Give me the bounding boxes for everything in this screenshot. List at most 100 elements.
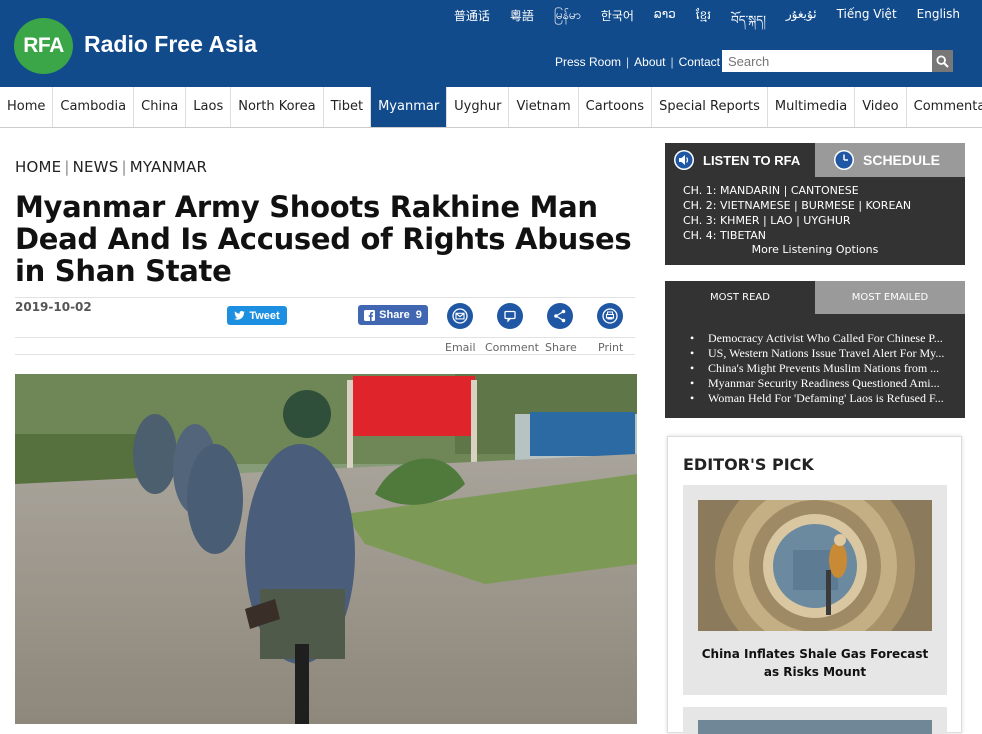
print-button[interactable] [597, 303, 623, 329]
lang-english[interactable]: English [917, 7, 960, 41]
nav-china[interactable]: China [134, 87, 187, 127]
contact-link[interactable]: Contact [679, 55, 720, 69]
editors-pick-card[interactable]: China Inflates Shale Gas Forecast as Ris… [683, 485, 947, 695]
editors-pick-caption[interactable]: China Inflates Shale Gas Forecast as Ris… [693, 645, 937, 681]
nav-north-korea[interactable]: North Korea [231, 87, 324, 127]
channel-item[interactable]: CH. 1: MANDARIN | CANTONESE [683, 183, 911, 198]
most-read-list: Democracy Activist Who Called For Chines… [690, 331, 963, 406]
language-bar: 普通话 粵語 မြန်မာ 한국어 ລາວ ខ្មែរ བོད་སྐད། ئۇي… [434, 7, 960, 41]
nav-multimedia[interactable]: Multimedia [768, 87, 856, 127]
rfa-logo[interactable]: RFA [14, 18, 73, 74]
listen-panel: LISTEN TO RFA SCHEDULE CH. 1: MANDARIN |… [665, 143, 965, 265]
most-read-tab[interactable]: MOST READ [665, 281, 815, 314]
editors-pick-title: EDITOR'S PICK [683, 455, 814, 474]
divider [15, 337, 635, 338]
pipe-worker-photo [698, 500, 932, 631]
article-photo [15, 374, 637, 724]
listen-label: LISTEN TO RFA [703, 152, 801, 168]
tweet-label: Tweet [249, 309, 280, 322]
lang-mandarin[interactable]: 普通话 [454, 7, 490, 41]
article-headline: Myanmar Army Shoots Rakhine Man Dead And… [15, 190, 632, 288]
lang-korean[interactable]: 한국어 [601, 7, 634, 41]
editors-pick-image[interactable] [698, 500, 932, 631]
comment-button[interactable] [497, 303, 523, 329]
nav-cartoons[interactable]: Cartoons [579, 87, 653, 127]
schedule-tab[interactable]: SCHEDULE [815, 143, 965, 177]
nav-special-reports[interactable]: Special Reports [652, 87, 768, 127]
most-emailed-tab[interactable]: MOST EMAILED [815, 281, 965, 314]
facebook-label: Share [379, 309, 410, 321]
nav-laos[interactable]: Laos [186, 87, 232, 127]
lang-uyghur[interactable]: ئۇيغۇر [786, 7, 817, 41]
search-button[interactable] [932, 50, 953, 72]
more-listening-link[interactable]: More Listening Options [665, 243, 965, 256]
share-count: 9 [415, 309, 422, 321]
speaker-icon [674, 150, 694, 170]
divider: | [626, 55, 630, 69]
nav-home[interactable]: Home [0, 87, 54, 127]
print-label[interactable]: Print [598, 341, 623, 354]
divider [15, 297, 635, 298]
list-item[interactable]: US, Western Nations Issue Travel Alert F… [690, 346, 963, 361]
lang-cantonese[interactable]: 粵語 [510, 7, 534, 41]
breadcrumb: HOME | NEWS | MYANMAR [15, 158, 207, 176]
list-item[interactable]: Woman Held For 'Defaming' Laos is Refuse… [690, 391, 963, 406]
share-label[interactable]: Share [545, 341, 577, 354]
divider: | [670, 55, 674, 69]
channel-list: CH. 1: MANDARIN | CANTONESE CH. 2: VIETN… [683, 183, 911, 243]
facebook-share-button[interactable]: Share 9 [358, 305, 428, 325]
clock-icon [834, 150, 854, 170]
site-header: RFA Radio Free Asia 普通话 粵語 မြန်မာ 한국어 ລາ… [0, 0, 982, 87]
breadcrumb-news[interactable]: NEWS [73, 158, 119, 176]
printer-icon [602, 308, 618, 324]
list-item[interactable]: Democracy Activist Who Called For Chines… [690, 331, 963, 346]
email-label[interactable]: Email [445, 341, 476, 354]
tweet-button[interactable]: Tweet [227, 306, 287, 325]
twitter-bird-icon [234, 311, 246, 320]
divider [15, 354, 635, 355]
nav-commentaries[interactable]: Commentaries [907, 87, 982, 127]
comment-label[interactable]: Comment [485, 341, 539, 354]
search-icon [936, 54, 949, 68]
most-read-panel: MOST READ MOST EMAILED Democracy Activis… [665, 281, 965, 418]
list-item[interactable]: China's Might Prevents Muslim Nations fr… [690, 361, 963, 376]
press-room-link[interactable]: Press Room [555, 55, 621, 69]
editors-pick-image[interactable] [698, 720, 932, 734]
channel-item[interactable]: CH. 4: TIBETAN [683, 228, 911, 243]
lang-khmer[interactable]: ខ្មែរ [696, 7, 711, 41]
listen-to-rfa-tab[interactable]: LISTEN TO RFA [665, 143, 815, 177]
main-nav: Home Cambodia China Laos North Korea Tib… [0, 87, 982, 128]
nav-video[interactable]: Video [855, 87, 907, 127]
lang-burmese[interactable]: မြန်မာ [554, 7, 581, 41]
site-name[interactable]: Radio Free Asia [84, 31, 257, 58]
nav-uyghur[interactable]: Uyghur [447, 87, 510, 127]
divider: | [121, 158, 127, 176]
editors-pick-panel: EDITOR'S PICK China Inflates Shale Gas F… [667, 436, 962, 734]
about-link[interactable]: About [634, 55, 665, 69]
soldiers-on-motorbikes-photo [15, 374, 637, 724]
article-date: 2019-10-02 [15, 300, 92, 314]
lang-lao[interactable]: ລາວ [654, 7, 676, 41]
nav-tibet[interactable]: Tibet [324, 87, 372, 127]
editors-pick-card[interactable] [683, 707, 947, 734]
facebook-icon [364, 309, 376, 321]
divider: | [64, 158, 70, 176]
envelope-icon [452, 308, 468, 324]
share-button[interactable] [547, 303, 573, 329]
nav-vietnam[interactable]: Vietnam [509, 87, 579, 127]
nav-cambodia[interactable]: Cambodia [53, 87, 135, 127]
nav-myanmar[interactable]: Myanmar [371, 87, 448, 127]
schedule-label: SCHEDULE [863, 152, 941, 168]
channel-item[interactable]: CH. 2: VIETNAMESE | BURMESE | KOREAN [683, 198, 911, 213]
search-input[interactable] [722, 50, 932, 72]
comment-bubble-icon [504, 310, 516, 323]
list-item[interactable]: Myanmar Security Readiness Questioned Am… [690, 376, 963, 391]
share-icon [554, 309, 566, 323]
lang-tibetan[interactable]: བོད་སྐད། [731, 7, 766, 41]
channel-item[interactable]: CH. 3: KHMER | LAO | UYGHUR [683, 213, 911, 228]
email-button[interactable] [447, 303, 473, 329]
utility-links: Press Room | About | Contact [555, 55, 720, 69]
breadcrumb-home[interactable]: HOME [15, 158, 61, 176]
breadcrumb-myanmar[interactable]: MYANMAR [130, 158, 207, 176]
lang-vietnamese[interactable]: Tiếng Việt [837, 7, 897, 41]
